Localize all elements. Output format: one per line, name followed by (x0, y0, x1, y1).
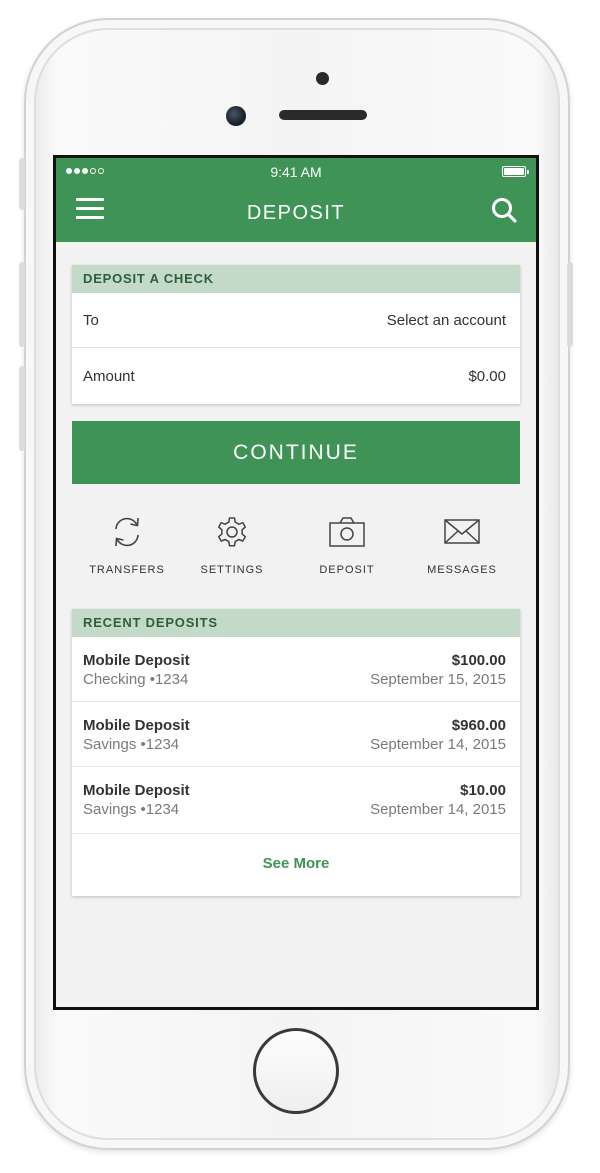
transfers-label: TRANSFERS (89, 564, 165, 576)
mute-switch (19, 158, 25, 210)
deposit-date: September 15, 2015 (370, 671, 506, 688)
volume-down-button (19, 366, 25, 451)
messages-label: MESSAGES (427, 564, 497, 576)
settings-label: SETTINGS (200, 564, 264, 576)
amount-field[interactable]: Amount $0.00 (72, 347, 520, 404)
recent-deposits-card: RECENT DEPOSITS Mobile Deposit Checking … (72, 609, 520, 896)
deposit-amount: $100.00 (451, 652, 506, 669)
settings-action[interactable]: SETTINGS (177, 514, 287, 576)
deposit-check-header: DEPOSIT A CHECK (72, 265, 520, 293)
earpiece-speaker (279, 110, 367, 120)
app-header: 9:41 AM DEPOSIT (56, 158, 536, 242)
deposit-account: Savings •1234 (83, 801, 180, 818)
deposit-date: September 14, 2015 (370, 736, 506, 753)
to-account-field[interactable]: To Select an account (72, 293, 520, 347)
deposit-title: Mobile Deposit (83, 782, 190, 799)
deposit-amount: $960.00 (451, 717, 506, 734)
deposit-amount: $10.00 (460, 782, 506, 799)
front-camera (226, 106, 246, 126)
power-button (567, 262, 573, 347)
status-time: 9:41 AM (270, 164, 322, 180)
quick-actions: TRANSFERS SETTINGS DEPOSIT MESSAGES (72, 514, 520, 584)
continue-button[interactable]: CONTINUE (72, 421, 520, 484)
deposit-date: September 14, 2015 (370, 801, 506, 818)
messages-action[interactable]: MESSAGES (407, 514, 517, 576)
deposit-action[interactable]: DEPOSIT (292, 514, 402, 576)
app-screen: 9:41 AM DEPOSIT DEPOSIT A CHECK To Selec… (53, 155, 539, 1010)
deposit-account: Checking •1234 (83, 671, 189, 688)
home-button[interactable] (253, 1028, 339, 1114)
transfers-action[interactable]: TRANSFERS (72, 514, 182, 576)
deposit-title: Mobile Deposit (83, 717, 190, 734)
see-more-link[interactable]: See More (72, 834, 520, 896)
deposit-label: DEPOSIT (319, 564, 375, 576)
deposit-check-card: DEPOSIT A CHECK To Select an account Amo… (72, 265, 520, 404)
camera-icon (329, 517, 365, 547)
deposit-row[interactable]: Mobile Deposit Savings •1234 $960.00 Sep… (72, 702, 520, 767)
deposit-title: Mobile Deposit (83, 652, 190, 669)
search-icon[interactable] (490, 196, 518, 224)
volume-up-button (19, 262, 25, 347)
deposit-account: Savings •1234 (83, 736, 180, 753)
battery-icon (502, 166, 529, 177)
deposit-row[interactable]: Mobile Deposit Checking •1234 $100.00 Se… (72, 637, 520, 702)
amount-label: Amount (83, 367, 135, 385)
deposit-row[interactable]: Mobile Deposit Savings •1234 $10.00 Sept… (72, 767, 520, 834)
to-label: To (83, 311, 99, 329)
envelope-icon (444, 519, 480, 544)
gear-icon (217, 517, 247, 547)
recent-deposits-header: RECENT DEPOSITS (72, 609, 520, 637)
proximity-sensor (316, 72, 329, 85)
amount-value: $0.00 (468, 367, 506, 385)
page-title: DEPOSIT (246, 202, 346, 224)
refresh-icon (115, 517, 139, 547)
to-account-value: Select an account (386, 311, 506, 329)
